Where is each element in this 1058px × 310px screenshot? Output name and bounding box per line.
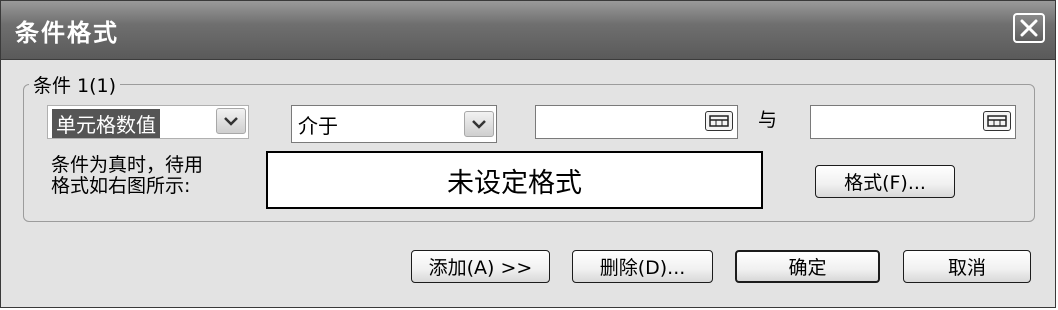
conditional-format-dialog: 条件格式 条件 1(1) 单元格数值 介于 与 条件为真时，待用 格式如右图所示… [0, 0, 1056, 308]
close-button[interactable] [1013, 13, 1045, 43]
value1-range-button[interactable] [705, 111, 733, 131]
ok-button[interactable]: 确定 [735, 250, 880, 283]
preview-caption-line1: 条件为真时，待用 [51, 154, 204, 176]
operator-select[interactable]: 介于 [291, 105, 497, 143]
value2-input[interactable] [810, 105, 1016, 139]
operator-dropdown[interactable] [464, 111, 494, 137]
title-bar[interactable]: 条件格式 [1, 1, 1055, 60]
chevron-down-icon [472, 120, 486, 129]
preview-caption-line2: 格式如右图所示: [51, 175, 191, 197]
collapse-dialog-icon [987, 115, 1007, 127]
condition-legend: 条件 1(1) [29, 71, 121, 98]
value2-range-button[interactable] [983, 111, 1011, 131]
chevron-down-icon [224, 117, 238, 126]
format-preview: 未设定格式 [266, 151, 763, 209]
value1-input[interactable] [535, 105, 738, 139]
delete-button[interactable]: 删除(D)... [572, 250, 713, 283]
cancel-button[interactable]: 取消 [903, 250, 1031, 283]
close-icon [1020, 19, 1038, 37]
format-button[interactable]: 格式(F)... [815, 165, 955, 198]
condition-type-dropdown[interactable] [216, 108, 246, 134]
collapse-dialog-icon [709, 115, 729, 127]
operator-value: 介于 [298, 114, 338, 138]
condition-type-select[interactable]: 单元格数值 [47, 105, 249, 139]
format-preview-text: 未设定格式 [447, 167, 582, 199]
condition-type-value: 单元格数值 [52, 109, 160, 138]
and-label: 与 [758, 109, 778, 131]
dialog-title: 条件格式 [15, 19, 119, 47]
add-button[interactable]: 添加(A) >> [411, 250, 550, 283]
